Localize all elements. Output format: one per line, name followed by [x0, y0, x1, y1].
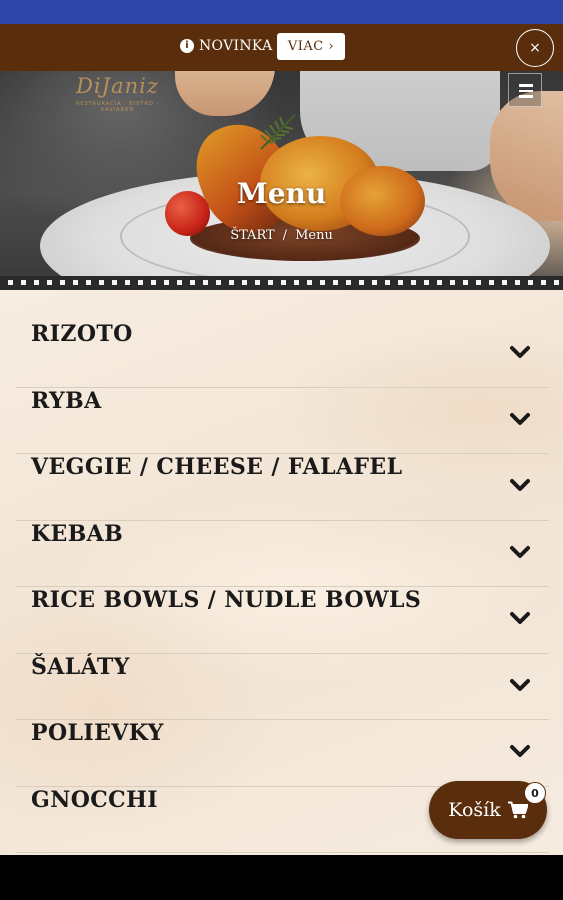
film-strip-hole — [242, 280, 247, 285]
accordion-label: KEBAB — [31, 520, 124, 547]
cart-icon — [507, 801, 528, 819]
film-strip-hole — [476, 280, 481, 285]
accordion-item-rizoto[interactable]: RIZOTO — [16, 321, 549, 388]
logo-tagline: RESTAURACIA · BISTRO · KAVIAREN — [75, 101, 160, 113]
film-strip-hole — [268, 280, 273, 285]
logo[interactable]: DiJaniz RESTAURACIA · BISTRO · KAVIAREN — [60, 73, 175, 115]
breadcrumb-current: Menu — [295, 228, 333, 243]
film-strip-hole — [229, 280, 234, 285]
promo-text: NOVINKA — [199, 38, 273, 54]
chevron-down-icon — [510, 346, 530, 358]
film-strip-hole — [73, 280, 78, 285]
hero-banner: DiJaniz RESTAURACIA · BISTRO · KAVIAREN … — [0, 71, 563, 290]
film-strip-hole — [294, 280, 299, 285]
chevron-down-icon — [510, 412, 530, 425]
film-strip-hole — [528, 280, 533, 285]
page-title: Menu — [236, 177, 327, 210]
film-strip-hole — [151, 280, 156, 285]
chevron-down-icon — [510, 479, 530, 491]
breadcrumb: ŠTART / Menu — [0, 228, 563, 243]
film-strip-hole — [385, 280, 390, 285]
logo-text: DiJaniz — [76, 74, 159, 98]
film-strip-hole — [216, 280, 221, 285]
breadcrumb-separator: / — [282, 228, 288, 243]
decorative-divider — [0, 276, 563, 290]
film-strip-hole — [138, 280, 143, 285]
film-strip-hole — [450, 280, 455, 285]
menu-content: RIZOTO RYBA VEGGIE / CHEESE / FALAFEL KE… — [0, 290, 563, 855]
film-strip-hole — [125, 280, 130, 285]
hamburger-line — [519, 95, 533, 98]
accordion-label: RICE BOWLS / NUDLE BOWLS — [31, 587, 422, 613]
film-strip-hole — [372, 280, 377, 285]
system-navigation-bar — [0, 855, 563, 900]
film-strip-hole — [411, 280, 416, 285]
chevron-down-icon — [510, 545, 530, 558]
film-strip-hole — [47, 280, 52, 285]
menu-category-accordion: RIZOTO RYBA VEGGIE / CHEESE / FALAFEL KE… — [16, 321, 549, 853]
film-strip-hole — [541, 280, 546, 285]
film-strip-hole — [164, 280, 169, 285]
promo-bar: i NOVINKA VIAC › × — [0, 24, 563, 71]
hamburger-icon[interactable] — [508, 73, 542, 107]
film-strip-hole — [21, 280, 26, 285]
film-strip-hole — [112, 280, 117, 285]
hamburger-line — [519, 84, 533, 87]
film-strip-hole — [255, 280, 260, 285]
film-strip-hole — [307, 280, 312, 285]
film-strip-hole — [359, 280, 364, 285]
chevron-down-icon — [510, 745, 530, 757]
promo-more-button[interactable]: VIAC › — [277, 33, 345, 60]
chevron-down-icon — [510, 612, 530, 624]
accordion-item-ryba[interactable]: RYBA — [16, 387, 549, 454]
film-strip-hole — [515, 280, 520, 285]
accordion-label: RIZOTO — [31, 321, 133, 347]
film-strip-hole — [203, 280, 208, 285]
accordion-label: ŠALÁTY — [31, 653, 130, 680]
film-strip-hole — [554, 280, 559, 285]
film-strip-hole — [99, 280, 104, 285]
hamburger-line — [519, 89, 533, 92]
accordion-item-veggie[interactable]: VEGGIE / CHEESE / FALAFEL — [16, 454, 549, 521]
breadcrumb-home-link[interactable]: ŠTART — [230, 228, 274, 243]
accordion-item-polievky[interactable]: POLIEVKY — [16, 720, 549, 787]
info-icon: i — [180, 39, 194, 53]
film-strip-hole — [463, 280, 468, 285]
film-strip-hole — [8, 280, 13, 285]
film-strip-hole — [281, 280, 286, 285]
film-strip-hole — [437, 280, 442, 285]
film-strip-hole — [502, 280, 507, 285]
film-strip-hole — [86, 280, 91, 285]
status-bar — [0, 0, 563, 24]
accordion-label: POLIEVKY — [31, 720, 164, 746]
accordion-label: VEGGIE / CHEESE / FALAFEL — [31, 454, 403, 480]
film-strip-hole — [333, 280, 338, 285]
accordion-item-kebab[interactable]: KEBAB — [16, 520, 549, 587]
cart-label: Košík — [448, 799, 501, 821]
accordion-label: RYBA — [31, 387, 102, 414]
accordion-item-salaty[interactable]: ŠALÁTY — [16, 653, 549, 720]
film-strip-hole — [489, 280, 494, 285]
film-strip-hole — [320, 280, 325, 285]
film-strip-hole — [34, 280, 39, 285]
film-strip-hole — [424, 280, 429, 285]
film-strip-hole — [190, 280, 195, 285]
chevron-down-icon — [510, 678, 530, 691]
cart-count-badge: 0 — [524, 782, 546, 804]
film-strip-hole — [60, 280, 65, 285]
accordion-item-bowls[interactable]: RICE BOWLS / NUDLE BOWLS — [16, 587, 549, 654]
film-strip-hole — [398, 280, 403, 285]
close-icon[interactable]: × — [516, 29, 554, 67]
film-strip-hole — [346, 280, 351, 285]
accordion-label: GNOCCHI — [31, 786, 158, 813]
film-strip-hole — [177, 280, 182, 285]
